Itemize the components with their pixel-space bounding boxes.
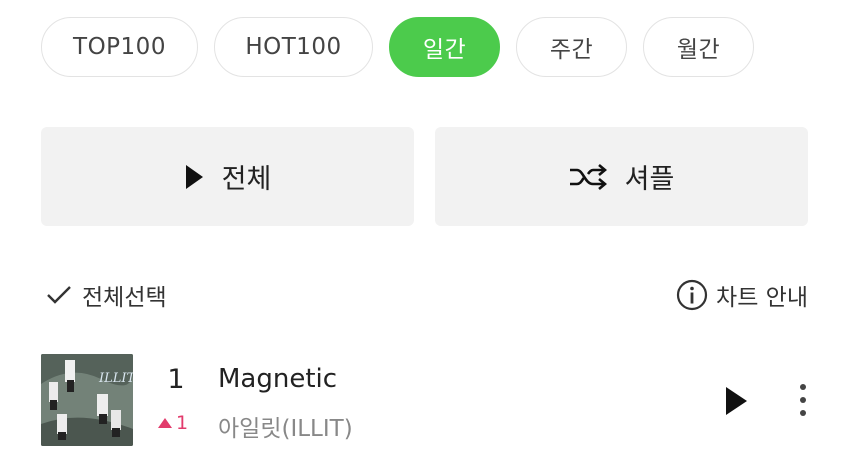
play-icon [726,387,747,415]
play-all-button[interactable]: 전체 [41,127,414,226]
svg-text:ILLIT: ILLIT [98,371,133,386]
tab-daily[interactable]: 일간 [389,17,500,77]
song-artist[interactable]: 아일릿(ILLIT) [218,409,353,443]
chart-toolbar: 전체선택 차트 안내 [46,278,808,318]
chart-info-label: 차트 안내 [716,285,808,311]
info-icon [676,279,708,311]
song-more-button[interactable] [798,382,808,422]
play-icon [185,164,203,189]
tab-weekly[interactable]: 주간 [516,17,627,77]
select-all-label: 전체선택 [82,285,167,311]
play-all-label: 전체 [221,164,272,195]
tab-hot100[interactable]: HOT100 [214,17,373,77]
tab-monthly[interactable]: 월간 [643,17,754,77]
tab-label: 일간 [422,37,467,63]
tab-top100[interactable]: TOP100 [41,17,198,77]
song-rank: 1 [167,364,185,395]
album-art-image: ILLIT [41,354,133,446]
shuffle-label: 셔플 [624,164,675,195]
more-vertical-icon [800,384,806,416]
rank-change: 1 [157,412,188,434]
shuffle-button[interactable]: 셔플 [435,127,808,226]
chart-info-button[interactable]: 차트 안내 [676,278,808,312]
rank-change-value: 1 [176,412,189,434]
rank-up-icon [158,418,172,428]
tab-label: TOP100 [73,34,166,60]
check-icon [47,286,71,304]
song-play-button[interactable] [724,386,748,420]
shuffle-icon [569,163,607,190]
select-all-button[interactable]: 전체선택 [46,278,167,312]
song-title[interactable]: Magnetic [218,364,337,394]
song-row[interactable]: ILLIT 1 1 Magnetic 아일릿(ILLIT) [41,354,820,446]
album-cover[interactable]: ILLIT [41,354,133,446]
tab-label: 주간 [549,37,594,63]
tab-label: 월간 [676,37,721,63]
tab-label: HOT100 [245,34,342,60]
